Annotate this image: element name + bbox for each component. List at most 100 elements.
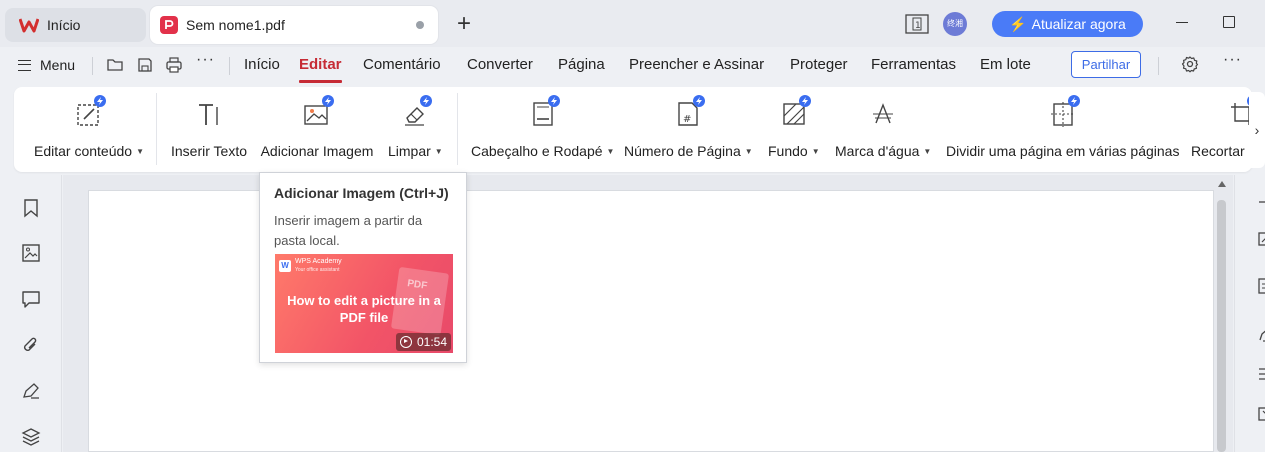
more-actions-icon[interactable]: ··· [196,51,215,69]
crop-label: Recortar P [1191,143,1252,159]
watermark-icon [868,99,898,129]
hamburger-icon [18,59,31,71]
menu-label: Menu [40,57,76,73]
update-button-label: Atualizar agora [1031,16,1126,32]
user-avatar[interactable]: 终湘 [943,12,967,36]
update-now-button[interactable]: ⚡ Atualizar agora [992,11,1143,37]
maximize-window-button[interactable] [1223,16,1235,28]
dropdown-caret-icon: ▼ [136,146,144,156]
wps-logo-icon [19,18,39,33]
collapse-panel-icon[interactable] [1257,194,1265,210]
split-page-icon [1048,95,1080,129]
tab-ferramentas[interactable]: Ferramentas [871,56,956,73]
clear-label: Limpar [388,143,431,159]
right-sidebar [1234,175,1265,452]
dropdown-caret-icon: ▼ [434,146,443,156]
wps-academy-brand: W WPS Academy Your office assistant [279,258,342,274]
layout-panel-icon[interactable] [1257,406,1265,422]
document-tab[interactable]: Sem nome1.pdf [150,6,438,44]
properties-panel-icon[interactable] [1257,366,1265,382]
tab-editar[interactable]: Editar [299,56,342,83]
dropdown-caret-icon: ▼ [606,146,615,156]
add-image-tooltip: Adicionar Imagem (Ctrl+J) Inserir imagem… [259,172,467,363]
attachment-icon[interactable] [21,335,41,355]
video-duration-badge: 01:54 [395,333,451,351]
home-tab[interactable]: Início [5,8,146,42]
thumbnails-icon[interactable] [21,243,41,263]
dropdown-caret-icon: ▼ [811,146,820,156]
document-tab-label: Sem nome1.pdf [186,17,285,33]
edit-panel-icon[interactable] [1257,231,1265,247]
split-page-label: Dividir uma página em várias páginas [946,143,1180,159]
header-footer-icon [528,95,560,129]
main-menu-button[interactable]: Menu [18,55,75,75]
academy-brand-name: WPS Academy [295,258,342,265]
ribbon-scroll-right-button[interactable]: › [1249,92,1265,168]
dropdown-caret-icon: ▼ [744,146,753,156]
signature-icon[interactable] [21,381,41,401]
minimize-window-button[interactable] [1176,22,1188,23]
video-duration: 01:54 [416,335,447,349]
background-icon [779,95,811,129]
tooltip-description: Inserir imagem a partir da pasta local. [274,213,423,248]
edit-content-icon [74,95,106,129]
save-icon[interactable] [136,56,154,74]
add-image-icon [302,95,334,129]
page-number-icon: # [673,95,706,129]
edit-content-button[interactable]: Editar conteúdo ▼ [34,87,144,172]
pdf-decoration-label: PDF [406,278,428,292]
play-icon [399,336,412,348]
more-options-icon[interactable]: ··· [1223,51,1242,69]
page-number-button[interactable]: # Número de Página ▼ [624,87,753,172]
divider [92,57,93,75]
lightning-icon: ⚡ [1009,15,1027,32]
insert-text-button[interactable]: Inserir Texto [171,87,247,172]
svg-text:1: 1 [915,21,921,31]
tab-converter[interactable]: Converter [467,56,533,73]
tab-preencher-assinar[interactable]: Preencher e Assinar [629,56,764,73]
tab-pagina[interactable]: Página [558,56,605,73]
page-view-icon[interactable]: 1 [905,14,929,34]
bookmark-icon[interactable] [21,198,41,218]
video-title: How to edit a picture in a PDF file [287,293,441,325]
clear-button[interactable]: Limpar ▼ [388,87,443,172]
tab-inicio[interactable]: Início [244,56,280,73]
print-icon[interactable] [165,56,183,74]
add-image-button[interactable]: Adicionar Imagem [257,87,377,172]
new-tab-button[interactable]: + [453,12,475,36]
watermark-button[interactable]: Marca d'água ▼ [835,87,931,172]
home-tab-label: Início [47,17,81,33]
divider [457,93,458,165]
menu-bar: Menu ··· Início Editar Comentário Conver… [0,47,1265,85]
wps-academy-logo-icon: W [279,260,291,272]
split-page-button[interactable]: Dividir uma página em várias páginas [946,87,1179,172]
insert-text-label: Inserir Texto [171,143,247,159]
open-folder-icon[interactable] [106,56,124,74]
tab-proteger[interactable]: Proteger [790,56,848,73]
unsaved-dot-icon[interactable] [416,21,424,29]
crop-button[interactable]: Recortar P [1191,87,1252,172]
left-sidebar [0,175,62,452]
pdf-page[interactable] [88,190,1214,452]
share-button[interactable]: Partilhar [1071,51,1141,78]
divider [229,57,230,75]
background-button[interactable]: Fundo ▼ [768,87,820,172]
settings-gear-icon[interactable] [1181,55,1199,73]
scroll-up-arrow-icon[interactable] [1218,181,1226,187]
svg-text:#: # [683,114,691,125]
header-footer-button[interactable]: Cabeçalho e Rodapé ▼ [471,87,614,172]
divider [156,93,157,165]
background-label: Fundo [768,143,808,159]
watermark-label: Marca d'água [835,143,920,159]
document-panel-icon[interactable] [1257,278,1265,294]
tab-comentario[interactable]: Comentário [363,56,441,73]
layers-icon[interactable] [21,427,41,447]
page-number-label: Número de Página [624,143,741,159]
tab-em-lote[interactable]: Em lote [980,56,1031,73]
vertical-scrollbar[interactable] [1217,200,1226,452]
tutorial-video-thumbnail[interactable]: W WPS Academy Your office assistant PDF H… [275,254,453,353]
annotate-panel-icon[interactable] [1257,326,1265,342]
edit-content-label: Editar conteúdo [34,143,133,159]
comment-icon[interactable] [21,289,41,309]
divider [1158,57,1159,75]
